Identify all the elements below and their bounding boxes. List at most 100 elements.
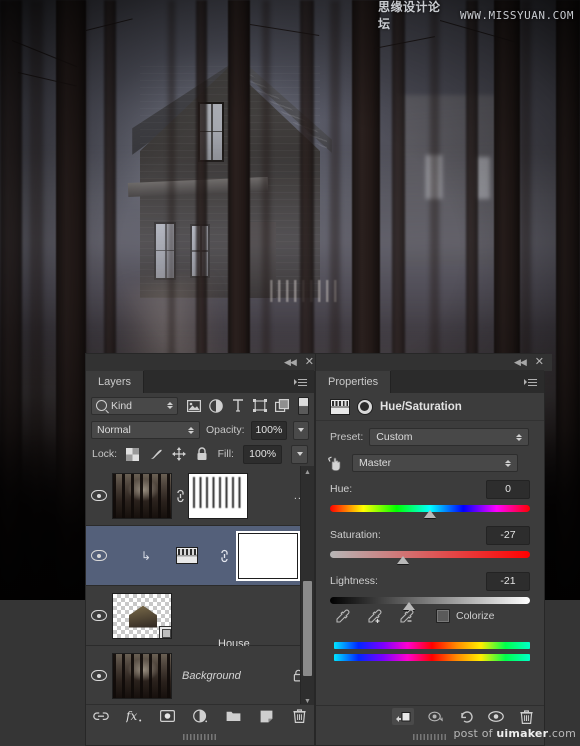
hue-saturation-layer-icon[interactable] (176, 547, 198, 564)
table-row[interactable]: ↳ (86, 526, 314, 586)
adjustment-circle-icon (357, 398, 373, 415)
properties-panel-titlebar: ◀◀ ✕ (316, 354, 552, 371)
properties-tabbar: Properties (316, 370, 544, 393)
layer-style-fx-icon[interactable]: fx (126, 708, 142, 724)
layer-mask-thumbnail[interactable] (236, 530, 300, 581)
watermark-suffix: .com (548, 727, 576, 740)
scrollbar-thumb[interactable] (303, 581, 312, 676)
collapse-icon[interactable]: ◀◀ (514, 357, 527, 368)
close-icon[interactable]: ✕ (535, 357, 544, 368)
colorize-control[interactable]: Colorize (436, 609, 495, 623)
eyedropper-icon[interactable] (334, 608, 350, 624)
chevron-updown-icon (187, 426, 194, 434)
opacity-dropdown-icon[interactable] (293, 420, 309, 440)
resize-grip[interactable] (413, 734, 447, 740)
layer-thumbnail[interactable] (112, 472, 172, 519)
table-row[interactable]: House (86, 586, 314, 650)
lock-label: Lock: (92, 448, 118, 460)
layer-list-scrollbar[interactable]: ▲ ▼ (300, 466, 314, 708)
channel-value: Master (359, 457, 392, 469)
layer-visibility-toggle[interactable] (86, 490, 112, 501)
preset-select[interactable]: Custom (369, 428, 530, 446)
link-layers-icon[interactable] (93, 708, 109, 724)
view-previous-state-icon[interactable] (428, 709, 444, 725)
properties-header: Hue/Saturation (316, 393, 544, 421)
lock-all-icon[interactable] (195, 447, 209, 461)
clipping-mask-icon: ↳ (140, 548, 152, 563)
new-group-icon[interactable] (225, 708, 241, 724)
lightness-slider-track[interactable] (330, 597, 530, 610)
preset-value: Custom (376, 431, 413, 443)
saturation-slider-knob[interactable] (397, 556, 409, 564)
delete-adjustment-icon[interactable] (518, 709, 534, 725)
lock-transparency-icon[interactable] (126, 447, 140, 461)
layer-thumbnail[interactable] (112, 592, 172, 639)
blend-mode-row: Normal Opacity: 100% (86, 418, 314, 442)
lock-position-icon[interactable] (171, 447, 186, 461)
delete-layer-icon[interactable] (291, 708, 307, 724)
lock-image-icon[interactable] (149, 447, 163, 461)
blend-mode-select[interactable]: Normal (91, 421, 200, 439)
panel-menu-icon[interactable] (292, 375, 308, 389)
layer-visibility-toggle[interactable] (86, 550, 112, 561)
resize-grip[interactable] (183, 734, 217, 740)
properties-panel: ◀◀ ✕ Properties Hue/Saturation Preset: C… (315, 353, 552, 746)
properties-panel-footer (316, 705, 544, 727)
layer-visibility-toggle[interactable] (86, 610, 112, 621)
opacity-label: Opacity: (205, 424, 245, 436)
spectrum-bar-bottom (334, 654, 530, 661)
link-icon[interactable] (172, 489, 188, 503)
eyedropper-subtract-icon[interactable] (398, 608, 414, 624)
scroll-up-arrow[interactable]: ▲ (301, 466, 314, 479)
toggle-visibility-icon[interactable] (488, 709, 504, 725)
link-icon[interactable] (216, 549, 232, 563)
adjustment-filter-icon[interactable] (208, 398, 223, 413)
filter-kind-select[interactable]: Kind (91, 396, 178, 415)
layer-filter-row: Kind (86, 393, 314, 418)
search-icon (96, 400, 107, 411)
layer-thumbnail[interactable] (112, 652, 172, 699)
hue-slider-knob[interactable] (424, 510, 436, 518)
new-adjustment-icon[interactable] (192, 708, 208, 724)
table-row[interactable]: ... (86, 466, 314, 526)
type-filter-icon[interactable] (230, 398, 245, 413)
smart-object-filter-icon[interactable] (274, 398, 289, 413)
image-filter-icon[interactable] (186, 398, 201, 413)
saturation-value-input[interactable]: -27 (486, 525, 530, 545)
panel-menu-icon[interactable] (522, 375, 538, 389)
eyedropper-row: Colorize (334, 606, 534, 626)
new-layer-icon[interactable] (258, 708, 274, 724)
filter-kind-label: Kind (111, 399, 133, 412)
tab-properties[interactable]: Properties (316, 371, 392, 393)
close-icon[interactable]: ✕ (305, 357, 314, 368)
colorize-checkbox[interactable] (436, 609, 450, 623)
hue-value-input[interactable]: 0 (486, 479, 530, 499)
watermark-bottom: post of uimaker.com (453, 727, 576, 740)
watermark-prefix: post of (453, 727, 497, 740)
filter-toggle-switch[interactable] (298, 396, 309, 415)
tab-layers[interactable]: Layers (86, 371, 145, 393)
layer-visibility-toggle[interactable] (86, 670, 112, 681)
opacity-input[interactable]: 100% (250, 420, 288, 440)
saturation-slider-track[interactable] (330, 551, 530, 564)
collapse-icon[interactable]: ◀◀ (284, 357, 297, 368)
eyedropper-add-icon[interactable] (366, 608, 382, 624)
shape-filter-icon[interactable] (252, 398, 267, 413)
lightness-label: Lightness: (330, 575, 378, 587)
layer-list[interactable]: ... ↳ House (86, 466, 314, 708)
lightness-slider-block: Lightness: -21 (330, 571, 530, 610)
fill-label: Fill: (217, 448, 234, 460)
clip-to-layer-icon[interactable] (392, 708, 414, 725)
layer-mask-thumbnail[interactable] (188, 472, 248, 519)
targeted-adjustment-icon[interactable] (326, 454, 344, 472)
hue-slider-track[interactable] (330, 505, 530, 518)
add-mask-icon[interactable] (159, 708, 175, 724)
fill-input[interactable]: 100% (242, 444, 283, 464)
reset-icon[interactable] (458, 709, 474, 725)
table-row[interactable]: Background (86, 646, 314, 706)
layer-name[interactable]: Background (172, 670, 241, 682)
layers-panel-titlebar: ◀◀ ✕ (86, 354, 322, 371)
fill-dropdown-icon[interactable] (291, 444, 308, 464)
lightness-value-input[interactable]: -21 (486, 571, 530, 591)
channel-select[interactable]: Master (352, 454, 518, 472)
